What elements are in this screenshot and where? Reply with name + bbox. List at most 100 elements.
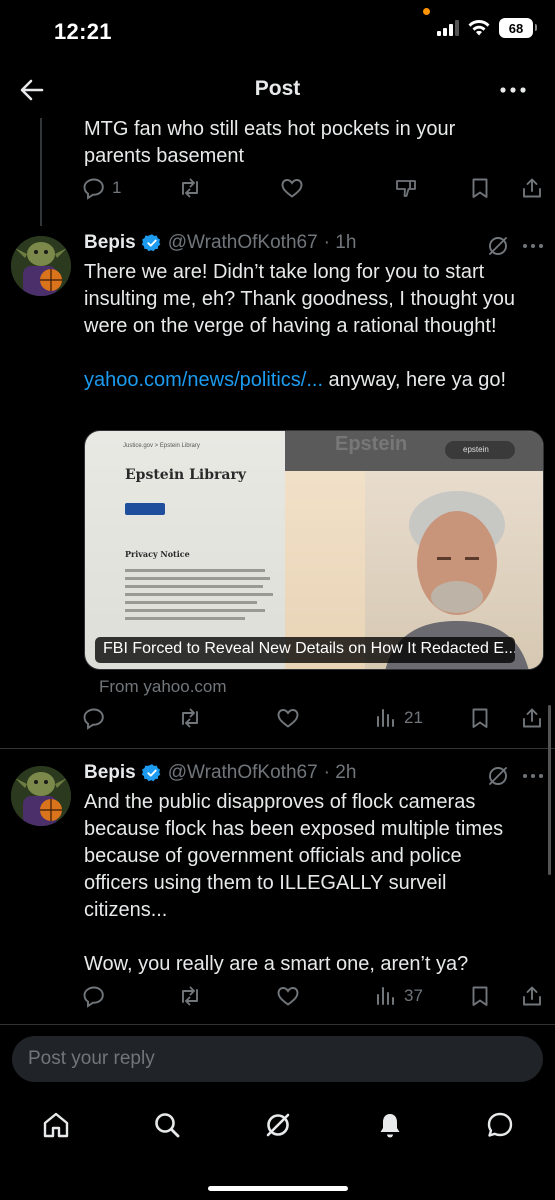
avatar[interactable]	[11, 766, 71, 826]
card-caption: FBI Forced to Reveal New Details on How …	[95, 637, 515, 663]
tweet-more-icon[interactable]	[522, 766, 544, 786]
article-link[interactable]: yahoo.com/news/politics/...	[84, 369, 323, 391]
card-breadcrumb: Justice.gov > Epstein Library	[123, 443, 200, 449]
divider	[0, 1024, 555, 1025]
repost-icon	[182, 986, 198, 1006]
views-icon	[377, 987, 394, 1005]
share-button[interactable]	[520, 984, 544, 1008]
verified-icon	[141, 234, 161, 252]
status-time: 12:21	[54, 19, 112, 44]
repost-icon	[182, 708, 198, 728]
thread-connector-line	[40, 118, 42, 226]
author-handle[interactable]: @WrathOfKoth67	[168, 762, 318, 784]
reply-icon	[83, 986, 104, 1008]
like-button[interactable]	[276, 984, 300, 1008]
tweet-text-after-link: anyway, here ya go!	[323, 369, 507, 391]
avatar[interactable]	[11, 236, 71, 296]
like-icon	[277, 709, 299, 728]
tweet-actions: 21	[0, 706, 555, 736]
avatar-image	[11, 236, 71, 296]
grok-icon[interactable]	[486, 234, 510, 258]
search-icon[interactable]	[152, 1110, 182, 1140]
bookmark-button[interactable]	[468, 984, 492, 1008]
like-button[interactable]	[276, 706, 300, 730]
reply-button[interactable]	[82, 706, 106, 730]
page-title: Post	[254, 77, 301, 100]
bookmark-icon	[472, 986, 488, 1006]
author-name[interactable]: Bepis	[84, 232, 136, 254]
prev-tweet-actions: 1	[0, 176, 555, 206]
grok-nav-icon[interactable]	[263, 1110, 293, 1140]
bookmark-icon	[472, 708, 488, 728]
card-privacy-heading: Privacy Notice	[125, 549, 190, 559]
status-icons: 68	[437, 18, 537, 38]
share-button[interactable]	[520, 706, 544, 730]
bookmark-button[interactable]	[468, 706, 492, 730]
share-icon	[523, 708, 541, 728]
messages-icon[interactable]	[485, 1110, 515, 1140]
like-icon	[277, 987, 299, 1006]
card-image-right: Epstein epstein	[285, 431, 543, 669]
status-bar: 12:21 68	[0, 0, 555, 64]
prev-tweet-text: MTG fan who still eats hot pockets in yo…	[84, 118, 456, 167]
tweet-text: There we are! Didn’t take long for you t…	[84, 261, 516, 337]
card-watermark: Epstein	[335, 433, 408, 455]
tweet-actions: 37	[0, 984, 555, 1014]
tweet-text: And the public disapproves of flock came…	[84, 791, 504, 921]
grok-icon[interactable]	[486, 764, 510, 788]
view-count: 37	[404, 986, 423, 1005]
views-icon	[377, 709, 394, 727]
repost-button[interactable]	[178, 984, 202, 1008]
verified-icon	[141, 764, 161, 782]
card-library-title: Epstein Library	[125, 467, 246, 483]
reply-input[interactable]: Post your reply	[12, 1036, 543, 1082]
tweet-header: Bepis @WrathOfKoth67 · 2h	[84, 762, 356, 784]
privacy-indicator-dot	[423, 8, 430, 15]
share-icon	[523, 178, 541, 198]
avatar-image	[11, 766, 71, 826]
like-button[interactable]	[280, 176, 304, 200]
scrollbar[interactable]	[548, 705, 551, 875]
post-header: Post	[0, 64, 555, 116]
card-text-lines	[125, 569, 275, 625]
tweet-text-second-paragraph: Wow, you really are a smart one, aren’t …	[84, 953, 469, 975]
tweet-time: · 2h	[323, 762, 357, 783]
repost-button[interactable]	[178, 706, 202, 730]
repost-button[interactable]	[178, 176, 202, 200]
card-image-left: Justice.gov > Epstein Library Epstein Li…	[85, 431, 285, 669]
bottom-navigation	[0, 1098, 555, 1158]
more-icon[interactable]	[499, 78, 527, 102]
reply-button[interactable]	[82, 984, 106, 1008]
tweet-time: · 1h	[323, 232, 357, 253]
card-search-text: epstein	[463, 445, 489, 454]
like-icon	[281, 179, 303, 198]
signal-icon	[437, 20, 459, 36]
dislike-button[interactable]	[394, 176, 418, 200]
wifi-icon	[468, 20, 490, 36]
dislike-icon	[396, 180, 416, 197]
card-browser-search: epstein	[445, 441, 515, 459]
card-source: From yahoo.com	[99, 677, 227, 696]
card-share-button	[125, 503, 165, 515]
views-button[interactable]: 37	[374, 984, 423, 1008]
view-count: 21	[404, 708, 423, 727]
share-icon	[523, 986, 541, 1006]
link-preview-card[interactable]: Justice.gov > Epstein Library Epstein Li…	[84, 430, 544, 670]
repost-icon	[182, 178, 198, 198]
tweet-header: Bepis @WrathOfKoth67 · 1h	[84, 232, 356, 254]
author-handle[interactable]: @WrathOfKoth67	[168, 232, 318, 254]
battery-indicator: 68	[499, 18, 537, 38]
reply-icon	[83, 178, 104, 200]
reply-icon	[83, 708, 104, 730]
reply-button[interactable]: 1	[82, 176, 121, 200]
views-button[interactable]: 21	[374, 706, 423, 730]
bookmark-icon	[472, 178, 488, 198]
notifications-icon[interactable]	[375, 1110, 405, 1140]
reply-placeholder: Post your reply	[28, 1048, 155, 1069]
share-button[interactable]	[520, 176, 544, 200]
reply-count: 1	[112, 178, 122, 197]
author-name[interactable]: Bepis	[84, 762, 136, 784]
tweet-more-icon[interactable]	[522, 236, 544, 256]
home-icon[interactable]	[41, 1110, 71, 1140]
bookmark-button[interactable]	[468, 176, 492, 200]
